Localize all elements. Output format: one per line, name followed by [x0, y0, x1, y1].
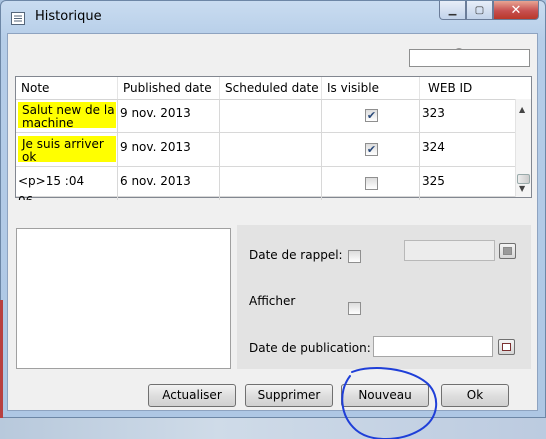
column-header-note[interactable]: Note [16, 77, 118, 99]
column-header-published-date[interactable]: Published date [118, 77, 220, 99]
table-row[interactable]: Salut new de la machine 9 nov. 2013 ✔ 32… [16, 99, 516, 133]
afficher-label: Afficher [249, 294, 296, 308]
search-input[interactable] [409, 49, 530, 67]
scheduled-date-cell [220, 133, 322, 166]
table-header: Note Published date Scheduled date Is vi… [16, 77, 516, 100]
note-cell: Salut new de la machine [18, 102, 116, 128]
web-id-cell: 323 [422, 106, 445, 120]
nouveau-button[interactable]: Nouveau [341, 384, 429, 407]
visible-checkbox[interactable]: ✔ [365, 109, 378, 122]
publication-calendar-button[interactable] [498, 339, 515, 355]
column-header-web-id[interactable]: WEB ID [420, 77, 516, 99]
scheduled-date-cell [220, 167, 322, 200]
maximize-button[interactable]: ▢ [466, 1, 493, 20]
close-icon: ✕ [510, 2, 522, 18]
table-row[interactable]: <p>15 :04 06-... 6 nov. 2013 325 [16, 167, 516, 200]
details-panel: Date de rappel: Afficher Date de publica… [237, 225, 531, 369]
supprimer-button[interactable]: Supprimer [245, 384, 333, 407]
scrollbar-thumb[interactable] [517, 174, 530, 184]
ok-button[interactable]: Ok [441, 384, 509, 407]
window-title: Historique [35, 9, 102, 24]
minimize-icon: ▁ [448, 4, 457, 16]
publication-label: Date de publication: [249, 341, 371, 355]
calendar-icon [502, 343, 511, 351]
close-button[interactable]: ✕ [493, 1, 539, 20]
web-id-cell: 324 [422, 140, 445, 154]
web-id-cell: 325 [422, 174, 445, 188]
calendar-icon [503, 247, 512, 255]
published-date-cell: 9 nov. 2013 [118, 99, 220, 132]
list-icon [11, 12, 25, 25]
visible-checkbox[interactable] [365, 177, 378, 190]
publication-date-field[interactable] [373, 336, 493, 357]
published-date-cell: 6 nov. 2013 [118, 167, 220, 200]
note-textarea[interactable] [16, 228, 231, 369]
table-scrollbar[interactable]: ▲ ▼ [515, 99, 531, 197]
rappel-checkbox[interactable] [348, 250, 361, 263]
maximize-icon: ▢ [474, 4, 485, 16]
rappel-calendar-button[interactable] [499, 243, 516, 259]
history-table: Note Published date Scheduled date Is vi… [15, 76, 532, 200]
rappel-date-field[interactable] [404, 240, 495, 261]
published-date-cell: 9 nov. 2013 [118, 133, 220, 166]
caption-buttons: ▁ ▢ ✕ [439, 1, 539, 20]
note-cell: <p>15 :04 06-... [16, 167, 118, 200]
table-row[interactable]: Je suis arriver ok 9 nov. 2013 ✔ 324 [16, 133, 516, 167]
background-edge [0, 300, 3, 418]
minimize-button[interactable]: ▁ [439, 1, 466, 20]
afficher-checkbox[interactable] [348, 302, 361, 315]
actualiser-button[interactable]: Actualiser [148, 384, 236, 407]
scroll-down-icon[interactable]: ▼ [519, 184, 525, 193]
rappel-label: Date de rappel: [249, 248, 343, 262]
desktop-background [0, 418, 546, 439]
visible-checkbox[interactable]: ✔ [365, 143, 378, 156]
note-cell: Je suis arriver ok [18, 136, 116, 162]
column-header-is-visible[interactable]: Is visible [322, 77, 420, 99]
scroll-up-icon[interactable]: ▲ [519, 105, 525, 114]
column-header-scheduled-date[interactable]: Scheduled date [220, 77, 322, 99]
scheduled-date-cell [220, 99, 322, 132]
